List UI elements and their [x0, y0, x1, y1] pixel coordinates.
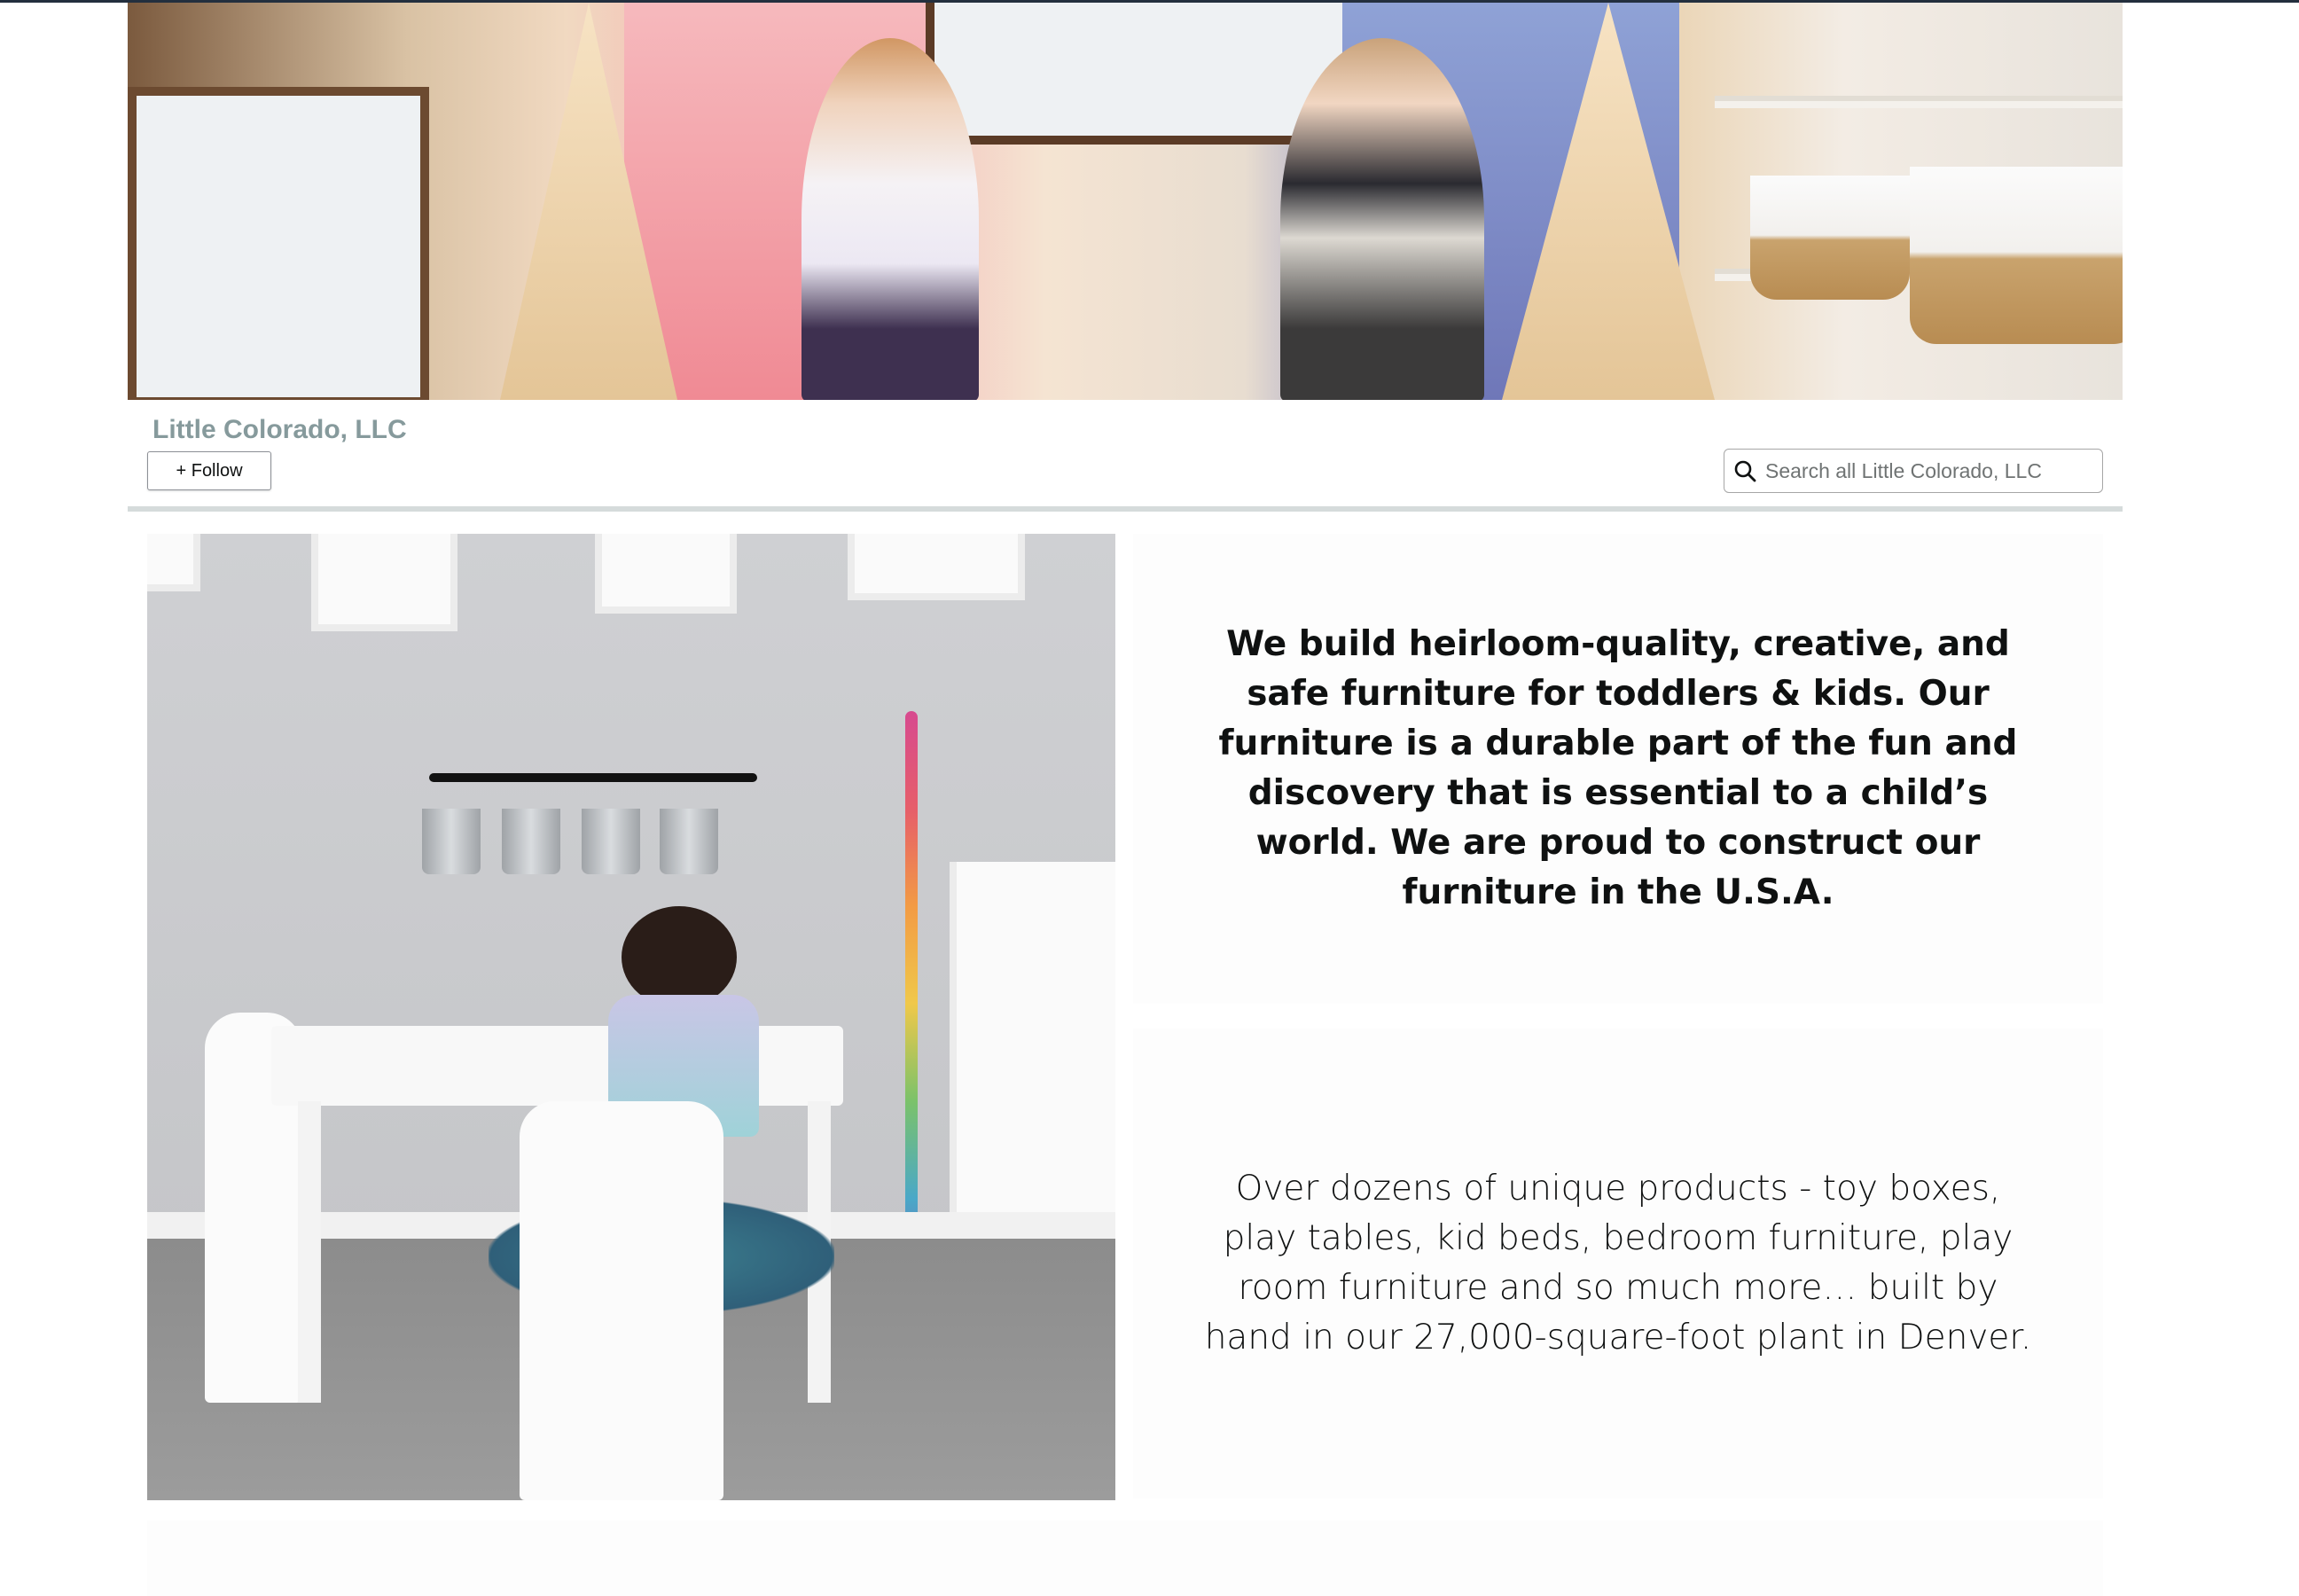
marker-bucket: [422, 809, 481, 874]
hero-banner-image: [128, 3, 2123, 400]
next-section-card: [147, 1521, 2103, 1596]
picture-frame: [311, 534, 457, 631]
rainbow-wand: [905, 711, 918, 1296]
marker-bucket: [582, 809, 640, 874]
follow-button[interactable]: + Follow: [147, 451, 271, 490]
search-icon[interactable]: [1724, 449, 1765, 493]
picture-frame: [595, 534, 737, 614]
hero-boy: [1280, 38, 1484, 400]
picture-frame: [147, 534, 200, 591]
tagline-text: We build heirloom-quality, creative, and…: [1218, 624, 2018, 912]
marker-bucket: [660, 809, 718, 874]
feature-image[interactable]: [147, 534, 1115, 1500]
table-leg: [298, 1101, 321, 1403]
description-card: Over dozens of unique products - toy box…: [1133, 1029, 2103, 1498]
tagline-card: We build heirloom-quality, creative, and…: [1133, 534, 2103, 1004]
kids-chair-front: [520, 1101, 723, 1500]
description-text: Over dozens of unique products - toy box…: [1204, 1169, 2032, 1357]
hero-basket-1: [1750, 176, 1910, 300]
store-name[interactable]: Little Colorado, LLC: [152, 415, 407, 445]
girl-hair: [622, 906, 737, 1008]
hero-girl: [802, 38, 979, 400]
hero-shelf-1: [1715, 96, 2123, 108]
store-page: Little Colorado, LLC + Follow Search all…: [128, 0, 2123, 1596]
header-divider: [128, 506, 2123, 512]
store-search-box[interactable]: [1724, 449, 2103, 493]
hero-window-left: [128, 87, 429, 400]
hero-basket-2: [1910, 167, 2123, 344]
picture-frame: [848, 534, 1025, 600]
search-input[interactable]: [1765, 458, 2093, 483]
marker-bucket: [502, 809, 560, 874]
hanging-rail: [429, 773, 757, 782]
